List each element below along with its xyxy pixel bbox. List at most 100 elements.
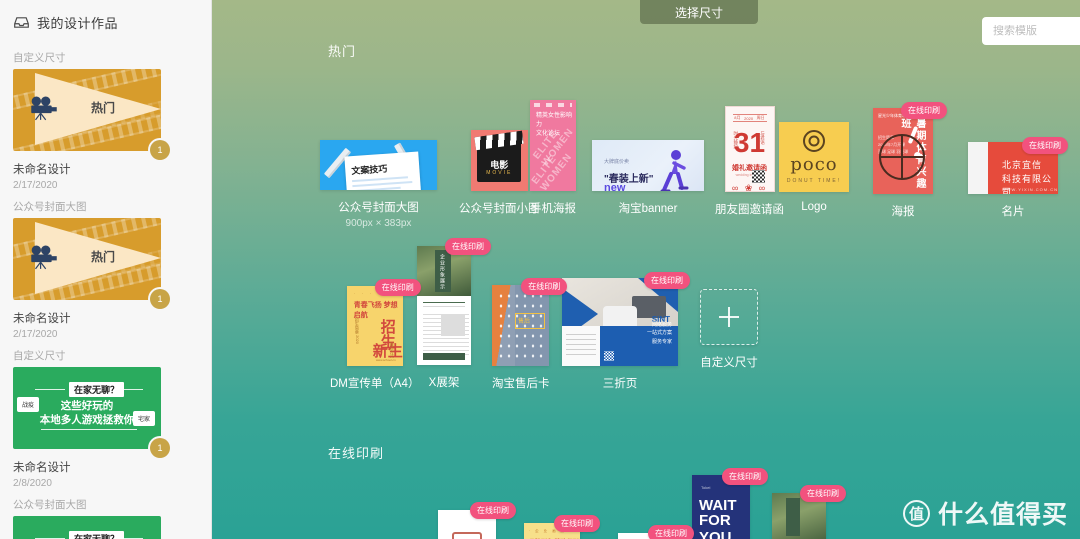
watermark: 值 什么值得买 [902, 495, 1068, 531]
print-badge: 在线印刷 [470, 502, 516, 519]
template-caption: Logo [801, 201, 827, 213]
template-card-print-5[interactable]: 在线印刷 [772, 485, 846, 539]
projector-icon [31, 245, 57, 270]
template-caption: 名片 [1001, 206, 1025, 218]
template-gallery: 选择尺寸 热门 在线印刷 文案技巧 公众号封面大图 900 [212, 0, 1080, 539]
design-list-item[interactable]: 公众号封面大图 热门 1 未命名设计 2/17/2020 [0, 199, 211, 340]
print-badge: 在线印刷 [374, 279, 421, 296]
donut-icon [803, 130, 825, 152]
thumb-highlight: 在家无聊？ [69, 382, 125, 397]
art-tag: 售后 [518, 319, 531, 325]
design-thumbnail[interactable]: 热门 1 [13, 218, 170, 309]
art-sub: new [604, 182, 626, 191]
template-caption: 淘宝banner [618, 203, 678, 215]
template-card-trifold[interactable]: 在线印刷 SINT 网络服务 一站式方案 服务专家 三折页 [562, 272, 690, 391]
template-card-phone-poster[interactable]: 精英女性影响力 文化论坛 ELITE WOMEN ELITE WOMEN 手机海… [530, 100, 576, 216]
art-small: Tokei [701, 485, 711, 490]
template-card-namecard[interactable]: 在线印刷 北京宜信 科技有限公司 WWW.YIXIN.COM.CN 名片 [968, 137, 1068, 219]
design-name: 未命名设计 [13, 462, 71, 474]
tray-icon [13, 15, 30, 30]
thumb-highlight: 在家无聊？ [69, 531, 125, 539]
design-group-label: 自定义尺寸 [13, 52, 66, 64]
print-badge: 在线印刷 [554, 515, 600, 532]
design-group-label: 自定义尺寸 [13, 350, 66, 362]
art-title: poco [790, 154, 838, 175]
design-date: 2/17/2020 [13, 180, 58, 191]
template-card-invitation[interactable]: 8月 2020 周日 时光静好 与君语 31 婚礼邀请函 wedding inv… [715, 106, 784, 217]
art-date3: 周日 [756, 115, 765, 120]
search-input[interactable] [993, 25, 1080, 37]
watermark-text: 什么值得买 [937, 501, 1068, 529]
design-list-item[interactable]: 自定义尺寸 在家无聊？ 这些好玩的 本地多人游戏拯救你 战疫 宅家 1 未命名设… [0, 348, 211, 489]
art-title2: FOR YOU [699, 512, 732, 539]
design-count-badge: 1 [150, 140, 170, 160]
template-card-print-3[interactable]: 在线印刷 [618, 525, 694, 539]
art-text: 网络服务 一站式方案 服务专家 [646, 321, 672, 345]
design-list-item[interactable]: 公众号封面大图 在家无聊？ 这些好玩的 本地多人游戏拯救你 战疫 宅家 1 未命… [0, 497, 211, 539]
art-date2: 2020 [744, 115, 754, 121]
print-badge: 在线印刷 [648, 525, 694, 539]
template-size: 900px × 383px [345, 218, 412, 229]
design-name: 未命名设计 [13, 164, 71, 176]
template-caption: X展架 [428, 377, 460, 389]
design-name: 未命名设计 [13, 313, 71, 325]
template-card-wechat-small[interactable]: 电影 MOVIE 公众号封面小图 [459, 130, 540, 216]
art-title: 青春飞扬 梦想启航 [353, 302, 398, 319]
art-small: 大牌底价卖 [604, 159, 630, 165]
design-date: 2/8/2020 [13, 478, 52, 489]
section-title-print: 在线印刷 [328, 446, 385, 461]
template-card-custom-size[interactable]: 自定义尺寸 [700, 289, 758, 370]
qr-code-icon [603, 351, 614, 361]
template-card-print-1[interactable]: 在线印刷 [438, 502, 516, 539]
template-caption: 朋友圈邀请函 [715, 204, 784, 216]
template-card-taobao-banner[interactable]: 大牌底价卖 "春装上新" new 淘宝banner [592, 140, 704, 216]
template-caption: 公众号封面大图 [338, 202, 419, 214]
sidebar: 我的设计作品 自定义尺寸 热门 1 未命名设计 2/17/2020 公众号封面大… [0, 0, 212, 539]
sidebar-header: 我的设计作品 [0, 0, 211, 42]
template-caption: 三折页 [602, 378, 638, 390]
search-template-box[interactable] [982, 17, 1080, 45]
print-badge: 在线印刷 [445, 238, 491, 255]
template-caption: 手机海报 [530, 203, 576, 215]
art-title: 企业形象展示 [439, 254, 445, 290]
art-eng: wedding invitation [735, 173, 764, 177]
template-card-dm-flyer[interactable]: 在线印刷 · · · · · 青春飞扬 梦想启航 招生简章 2020 招生 新生… [330, 279, 421, 391]
print-badge: 在线印刷 [800, 485, 846, 502]
template-caption: DM宣传单（A4） [330, 378, 420, 390]
art-title: 婚礼邀请函 [732, 165, 767, 172]
design-thumbnail[interactable]: 热门 1 [13, 69, 170, 160]
template-card-poster[interactable]: 在线印刷 星光少年体育培训 暑期体育兴趣班 招生简章 2020年7月开课 篮球 … [873, 102, 947, 219]
thumb-text: 热门 [91, 101, 116, 115]
template-card-print-2[interactable]: 在线印刷 · 企 业 画 册 · 品牌形象 精致印刷 [524, 515, 600, 539]
select-size-button[interactable]: 选择尺寸 [640, 0, 758, 24]
template-card-wechat-big[interactable]: 文案技巧 公众号封面大图 900px × 383px [320, 140, 437, 229]
design-count-badge: 1 [150, 289, 170, 309]
projector-icon [31, 96, 57, 121]
template-card-logo[interactable]: poco DONUT TIME! Logo [779, 122, 849, 213]
qr-code-icon [751, 170, 765, 183]
design-list-item[interactable]: 自定义尺寸 热门 1 未命名设计 2/17/2020 [0, 50, 211, 191]
template-caption: 公众号封面小图 [459, 203, 540, 215]
art-sub: DONUT TIME! [786, 178, 842, 184]
thumb-text: 热门 [91, 250, 116, 264]
runner-illustration [660, 150, 689, 191]
design-count-badge: 1 [150, 438, 170, 458]
design-group-label: 公众号封面大图 [13, 201, 87, 213]
template-card-x-banner[interactable]: 在线印刷 企业形象展示 X展架 [417, 238, 491, 390]
print-badge: 在线印刷 [644, 272, 690, 289]
design-date: 2/17/2020 [13, 329, 58, 340]
plus-icon [719, 307, 739, 327]
template-card-after-sale[interactable]: 在线印刷 售后 淘宝售后卡 [492, 278, 568, 391]
design-group-label: 公众号封面大图 [13, 499, 87, 511]
art-url: WWW.YIXIN.COM.CN [1002, 187, 1058, 192]
design-thumbnail[interactable]: 在家无聊？ 这些好玩的 本地多人游戏拯救你 战疫 宅家 1 [13, 367, 170, 458]
template-caption: 海报 [891, 206, 915, 218]
art-title: 北京宜信 [1002, 161, 1043, 171]
sidebar-title: 我的设计作品 [37, 16, 119, 31]
art-sub: MOVIE [486, 169, 513, 176]
design-thumbnail[interactable]: 在家无聊？ 这些好玩的 本地多人游戏拯救你 战疫 宅家 1 [13, 516, 161, 539]
template-card-print-4[interactable]: 在线印刷 Tokei WAIT FOR YOU 项目经理 诚合伙人 [692, 468, 768, 539]
art-number: 31 [733, 127, 766, 158]
print-badge: 在线印刷 [521, 278, 568, 295]
art-date1: 8月 [734, 115, 741, 120]
